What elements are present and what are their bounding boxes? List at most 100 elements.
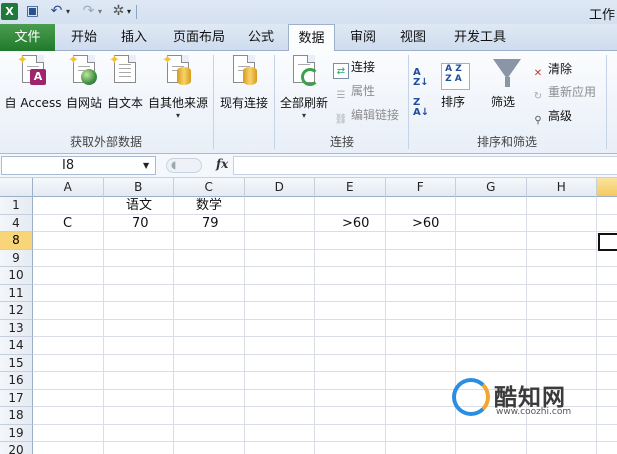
window-title: 工作 bbox=[588, 8, 615, 23]
cell-B1[interactable]: 语文 bbox=[126, 197, 152, 214]
row-header-15[interactable]: 15 bbox=[0, 354, 33, 372]
edit-links-button[interactable]: ⛓ 编辑链接 bbox=[333, 106, 400, 125]
column-header-D[interactable]: D bbox=[244, 178, 315, 197]
clear-filter-icon: ✕ bbox=[533, 68, 543, 79]
row-header-19[interactable]: 19 bbox=[0, 424, 33, 442]
grid-row-line bbox=[33, 441, 617, 442]
column-header-B[interactable]: B bbox=[103, 178, 174, 197]
edit-links-label: 编辑链接 bbox=[351, 108, 400, 122]
existing-connections-button[interactable]: 现有连接 bbox=[218, 55, 270, 127]
sort-dialog-icon: A Z Z A bbox=[441, 63, 470, 90]
grid-column-line bbox=[314, 197, 315, 454]
cell-A4[interactable]: C bbox=[63, 215, 72, 232]
redo-dropdown-icon[interactable]: ▾ bbox=[96, 3, 104, 20]
row-header-4[interactable]: 4 bbox=[0, 214, 33, 232]
from-access-button[interactable]: ✦ A 自 Access bbox=[2, 53, 64, 127]
name-box[interactable]: I8 bbox=[1, 156, 156, 175]
row-header-12[interactable]: 12 bbox=[0, 302, 33, 320]
group-label-external-data: 获取外部数据 bbox=[69, 135, 142, 149]
cell-F4[interactable]: >60 bbox=[412, 215, 439, 232]
grid-column-line bbox=[243, 197, 245, 454]
select-all-corner[interactable] bbox=[0, 178, 33, 197]
column-header-C[interactable]: C bbox=[174, 178, 245, 197]
group-separator bbox=[213, 55, 214, 149]
properties-button[interactable]: ☰ 属性 bbox=[333, 82, 376, 101]
grid-row-line bbox=[33, 231, 617, 232]
grid-row-line bbox=[33, 423, 617, 425]
clear-button[interactable]: ✕ 清除 bbox=[530, 60, 572, 79]
row-header-17[interactable]: 17 bbox=[0, 389, 33, 407]
row-header-18[interactable]: 18 bbox=[0, 407, 33, 425]
cell-C4[interactable]: 79 bbox=[202, 215, 219, 232]
column-header-I[interactable] bbox=[597, 178, 617, 197]
connections-label: 连接 bbox=[351, 60, 376, 74]
undo-icon[interactable]: ↶ bbox=[48, 3, 65, 20]
refresh-all-button[interactable]: 全部刷新 ▾ bbox=[278, 55, 330, 127]
from-web-button[interactable]: ✦ 自网站 bbox=[64, 53, 104, 127]
grid-row-line bbox=[33, 318, 617, 320]
grid-row-line bbox=[33, 213, 617, 215]
web-globe-icon: ✦ bbox=[68, 53, 100, 89]
formula-bar-handle[interactable]: ◖ bbox=[166, 158, 202, 173]
row-header-13[interactable]: 13 bbox=[0, 319, 33, 337]
grid-row-line bbox=[33, 353, 617, 355]
tab-developer[interactable]: 开发工具 bbox=[444, 24, 516, 51]
insert-function-icon[interactable]: fx bbox=[216, 157, 228, 171]
name-box-dropdown-icon[interactable]: ▼ bbox=[143, 161, 149, 170]
from-other-sources-button[interactable]: ✦ 自其他来源 ▾ bbox=[147, 53, 209, 127]
filter-label: 筛选 bbox=[491, 95, 516, 109]
row-header-8[interactable]: 8 bbox=[0, 232, 33, 250]
tab-data[interactable]: 数据 bbox=[288, 24, 335, 52]
reapply-icon: ↻ bbox=[533, 91, 543, 102]
cell-B4[interactable]: 70 bbox=[132, 215, 149, 232]
refresh-icon bbox=[288, 55, 320, 89]
cell-C1[interactable]: 数学 bbox=[196, 197, 222, 214]
ribbon-tabs: 文件 开始 插入 页面布局 公式 数据 审阅 视图 开发工具 bbox=[0, 24, 617, 52]
sort-button[interactable]: 排序 bbox=[441, 93, 465, 111]
tab-home[interactable]: 开始 bbox=[59, 24, 109, 51]
active-cell-I8[interactable] bbox=[598, 233, 617, 251]
row-header-16[interactable]: 16 bbox=[0, 372, 33, 390]
tab-file[interactable]: 文件 bbox=[0, 24, 55, 51]
column-header-G[interactable]: G bbox=[456, 178, 527, 197]
advanced-filter-icon: ⚲ bbox=[534, 115, 542, 126]
sort-descending-icon[interactable]: Z A↓ bbox=[413, 98, 429, 118]
advanced-button[interactable]: ⚲ 高级 bbox=[530, 107, 573, 126]
row-header-20[interactable]: 20 bbox=[0, 442, 33, 454]
save-icon[interactable]: ▣ bbox=[24, 3, 41, 20]
row-header-1[interactable]: 1 bbox=[0, 197, 33, 215]
group-separator bbox=[606, 55, 607, 149]
redo-icon[interactable]: ↷ bbox=[80, 3, 97, 20]
from-text-button[interactable]: ✦ 自文本 bbox=[105, 53, 145, 127]
column-header-E[interactable]: E bbox=[315, 178, 386, 197]
column-header-F[interactable]: F bbox=[385, 178, 456, 197]
cell-E4[interactable]: >60 bbox=[342, 215, 369, 232]
sort-ascending-icon[interactable]: A Z↓ bbox=[413, 68, 429, 88]
filter-button[interactable]: 筛选 bbox=[491, 93, 515, 111]
reapply-button[interactable]: ↻ 重新应用 bbox=[530, 83, 596, 102]
grid-row-line bbox=[33, 283, 617, 285]
row-header-14[interactable]: 14 bbox=[0, 337, 33, 355]
tab-insert[interactable]: 插入 bbox=[111, 24, 157, 51]
tab-review[interactable]: 审阅 bbox=[341, 24, 385, 51]
column-header-H[interactable]: H bbox=[526, 178, 597, 197]
tools-dropdown-icon[interactable]: ▾ bbox=[125, 3, 133, 20]
column-header-A[interactable]: A bbox=[33, 178, 104, 197]
excel-logo-icon[interactable]: X bbox=[1, 3, 18, 20]
tab-page-layout[interactable]: 页面布局 bbox=[163, 24, 235, 51]
access-icon: ✦ A bbox=[17, 53, 49, 89]
text-file-icon: ✦ bbox=[109, 53, 141, 89]
other-sources-icon: ✦ bbox=[162, 53, 194, 89]
grid-row-line bbox=[33, 248, 617, 250]
from-other-label: 自其他来源 bbox=[147, 96, 208, 110]
advanced-label: 高级 bbox=[548, 109, 573, 123]
connections-button[interactable]: ⇄ 连接 bbox=[333, 58, 376, 79]
qat-separator bbox=[136, 5, 137, 19]
row-header-11[interactable]: 11 bbox=[0, 284, 33, 302]
tab-formulas[interactable]: 公式 bbox=[239, 24, 283, 51]
tab-view[interactable]: 视图 bbox=[391, 24, 435, 51]
row-header-10[interactable]: 10 bbox=[0, 267, 33, 285]
row-header-9[interactable]: 9 bbox=[0, 249, 33, 267]
formula-input[interactable] bbox=[233, 156, 617, 175]
undo-dropdown-icon[interactable]: ▾ bbox=[64, 3, 72, 20]
